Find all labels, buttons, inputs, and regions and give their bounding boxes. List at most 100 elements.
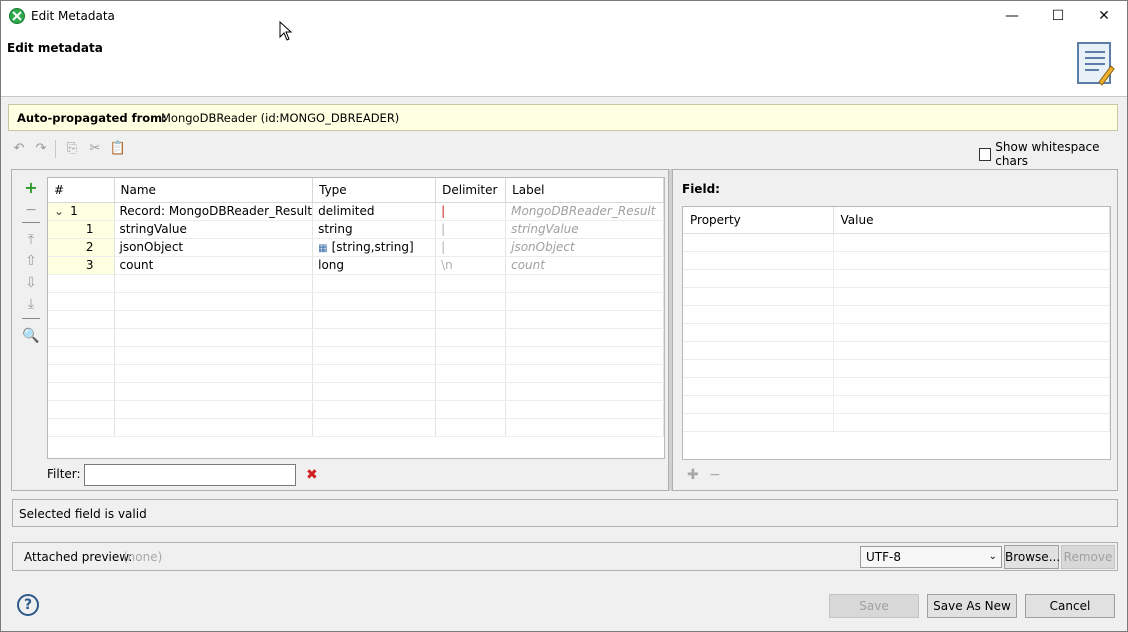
properties-table: Property Value [682, 206, 1111, 460]
move-down-icon[interactable]: ⇩ [22, 274, 40, 292]
empty-row [683, 395, 1110, 414]
app-icon [9, 8, 25, 24]
add-property-icon[interactable]: ✚ [687, 467, 699, 483]
empty-row [48, 292, 664, 311]
copy-icon[interactable]: ⎘ [63, 140, 81, 158]
field-delimiter[interactable]: \n [435, 256, 507, 275]
filter-input[interactable] [84, 464, 296, 486]
field-type[interactable]: string [312, 220, 437, 239]
column-header[interactable]: Name [114, 178, 314, 203]
empty-row [48, 382, 664, 401]
find-icon[interactable]: 🔍 [22, 327, 40, 345]
table-row[interactable]: 3 count long \n count [48, 256, 664, 275]
row-number: 3 [48, 256, 115, 275]
table-row[interactable]: ⌄ 1 Record: MongoDBReader_Result delimite… [48, 202, 664, 221]
encoding-value: UTF-8 [866, 550, 901, 564]
column-header[interactable]: Value [833, 207, 1110, 234]
table-row[interactable]: 2 jsonObject ▦ [string,string] | jsonObje… [48, 238, 664, 257]
empty-row [683, 251, 1110, 270]
empty-row [48, 364, 664, 383]
show-whitespace-label: Show whitespace chars [995, 140, 1100, 168]
row-number: 2 [48, 238, 115, 257]
window-title: Edit Metadata [31, 9, 115, 23]
undo-icon[interactable]: ↶ [10, 140, 28, 158]
chevron-down-icon[interactable]: ⌄ [54, 204, 64, 218]
field-panel-title: Field: [682, 182, 720, 196]
side-divider [22, 222, 40, 223]
empty-row [683, 287, 1110, 306]
table-row[interactable]: 1 stringValue string | stringValue [48, 220, 664, 239]
move-up-icon[interactable]: ⇧ [22, 252, 40, 270]
filter-label: Filter: [47, 467, 81, 481]
remove-button[interactable]: Remove [1061, 545, 1115, 569]
empty-row [683, 269, 1110, 288]
title-bar: Edit Metadata — ☐ ✕ [1, 1, 1127, 31]
show-whitespace-checkbox[interactable]: Show whitespace chars [979, 140, 1127, 168]
field-delimiter[interactable]: | [435, 238, 507, 257]
auto-propagated-label: Auto-propagated from: [17, 111, 167, 125]
minimize-button[interactable]: — [989, 1, 1035, 31]
table-header: # Name Type Delimiter Label [48, 178, 664, 203]
move-top-icon[interactable]: ⤒ [22, 231, 40, 249]
attached-preview-label: Attached preview: [24, 550, 133, 564]
field-name[interactable]: jsonObject [114, 238, 314, 257]
attached-preview-value: (none) [123, 550, 163, 564]
field-label[interactable]: count [505, 256, 664, 275]
paste-icon[interactable]: 📋 [109, 140, 127, 158]
empty-row [48, 346, 664, 365]
metadata-edit-icon [1077, 42, 1115, 86]
empty-row [48, 418, 664, 437]
encoding-select[interactable]: UTF-8 ⌄ [860, 546, 1002, 568]
move-bottom-icon[interactable]: ⤓ [22, 295, 40, 313]
side-divider [22, 318, 40, 319]
column-header[interactable]: Property [683, 207, 834, 234]
field-type-value: [string,string] [331, 240, 414, 254]
field-type[interactable]: delimited [312, 202, 437, 221]
save-button[interactable]: Save [829, 594, 919, 618]
cut-icon[interactable]: ✂ [86, 140, 104, 158]
row-number-value: 1 [70, 204, 78, 218]
field-delimiter[interactable]: | [435, 220, 507, 239]
redo-icon[interactable]: ↷ [32, 140, 50, 158]
field-label[interactable]: stringValue [505, 220, 664, 239]
fields-table: # Name Type Delimiter Label ⌄ 1 Record: M… [47, 177, 665, 459]
field-name[interactable]: Record: MongoDBReader_Result [114, 202, 314, 221]
cancel-button[interactable]: Cancel [1025, 594, 1115, 618]
column-header[interactable]: Delimiter [435, 178, 507, 203]
attached-preview-bar: Attached preview: (none) UTF-8 ⌄ Browse.… [12, 542, 1118, 571]
clear-filter-icon[interactable]: ✖ [306, 467, 318, 483]
status-text: Selected field is valid [19, 507, 147, 521]
auto-propagated-source: MongoDBReader (id:MONGO_DBREADER) [161, 111, 400, 125]
row-number: ⌄ 1 [48, 202, 115, 221]
field-label[interactable]: jsonObject [505, 238, 664, 257]
column-header[interactable]: Type [312, 178, 437, 203]
checkbox-box[interactable] [979, 147, 992, 161]
column-header[interactable]: # [48, 178, 115, 203]
status-bar: Selected field is valid [12, 499, 1118, 527]
chevron-down-icon: ⌄ [988, 551, 997, 562]
toolbar-divider [55, 140, 56, 158]
help-icon[interactable]: ? [17, 594, 39, 616]
field-name[interactable]: stringValue [114, 220, 314, 239]
field-name[interactable]: count [114, 256, 314, 275]
column-header[interactable]: Label [505, 178, 664, 203]
add-field-icon[interactable]: + [22, 179, 40, 197]
close-button[interactable]: ✕ [1081, 1, 1127, 31]
remove-field-icon[interactable]: − [22, 201, 40, 219]
browse-button[interactable]: Browse... [1004, 545, 1060, 569]
field-delimiter[interactable]: | [435, 202, 507, 221]
fields-panel: + − ⤒ ⇧ ⇩ ⤓ 🔍 # Name Type Delimiter Labe… [11, 169, 669, 491]
empty-row [48, 328, 664, 347]
field-label[interactable]: MongoDBReader_Result [505, 202, 664, 221]
row-number: 1 [48, 220, 115, 239]
empty-row [683, 305, 1110, 324]
maximize-button[interactable]: ☐ [1035, 1, 1081, 31]
remove-property-icon[interactable]: − [709, 467, 721, 483]
save-as-new-button[interactable]: Save As New [927, 594, 1017, 618]
field-type[interactable]: long [312, 256, 437, 275]
dialog-header: Edit metadata [1, 31, 1127, 97]
empty-row [683, 323, 1110, 342]
empty-row [683, 359, 1110, 378]
empty-row [683, 341, 1110, 360]
field-type[interactable]: ▦ [string,string] [312, 238, 437, 257]
